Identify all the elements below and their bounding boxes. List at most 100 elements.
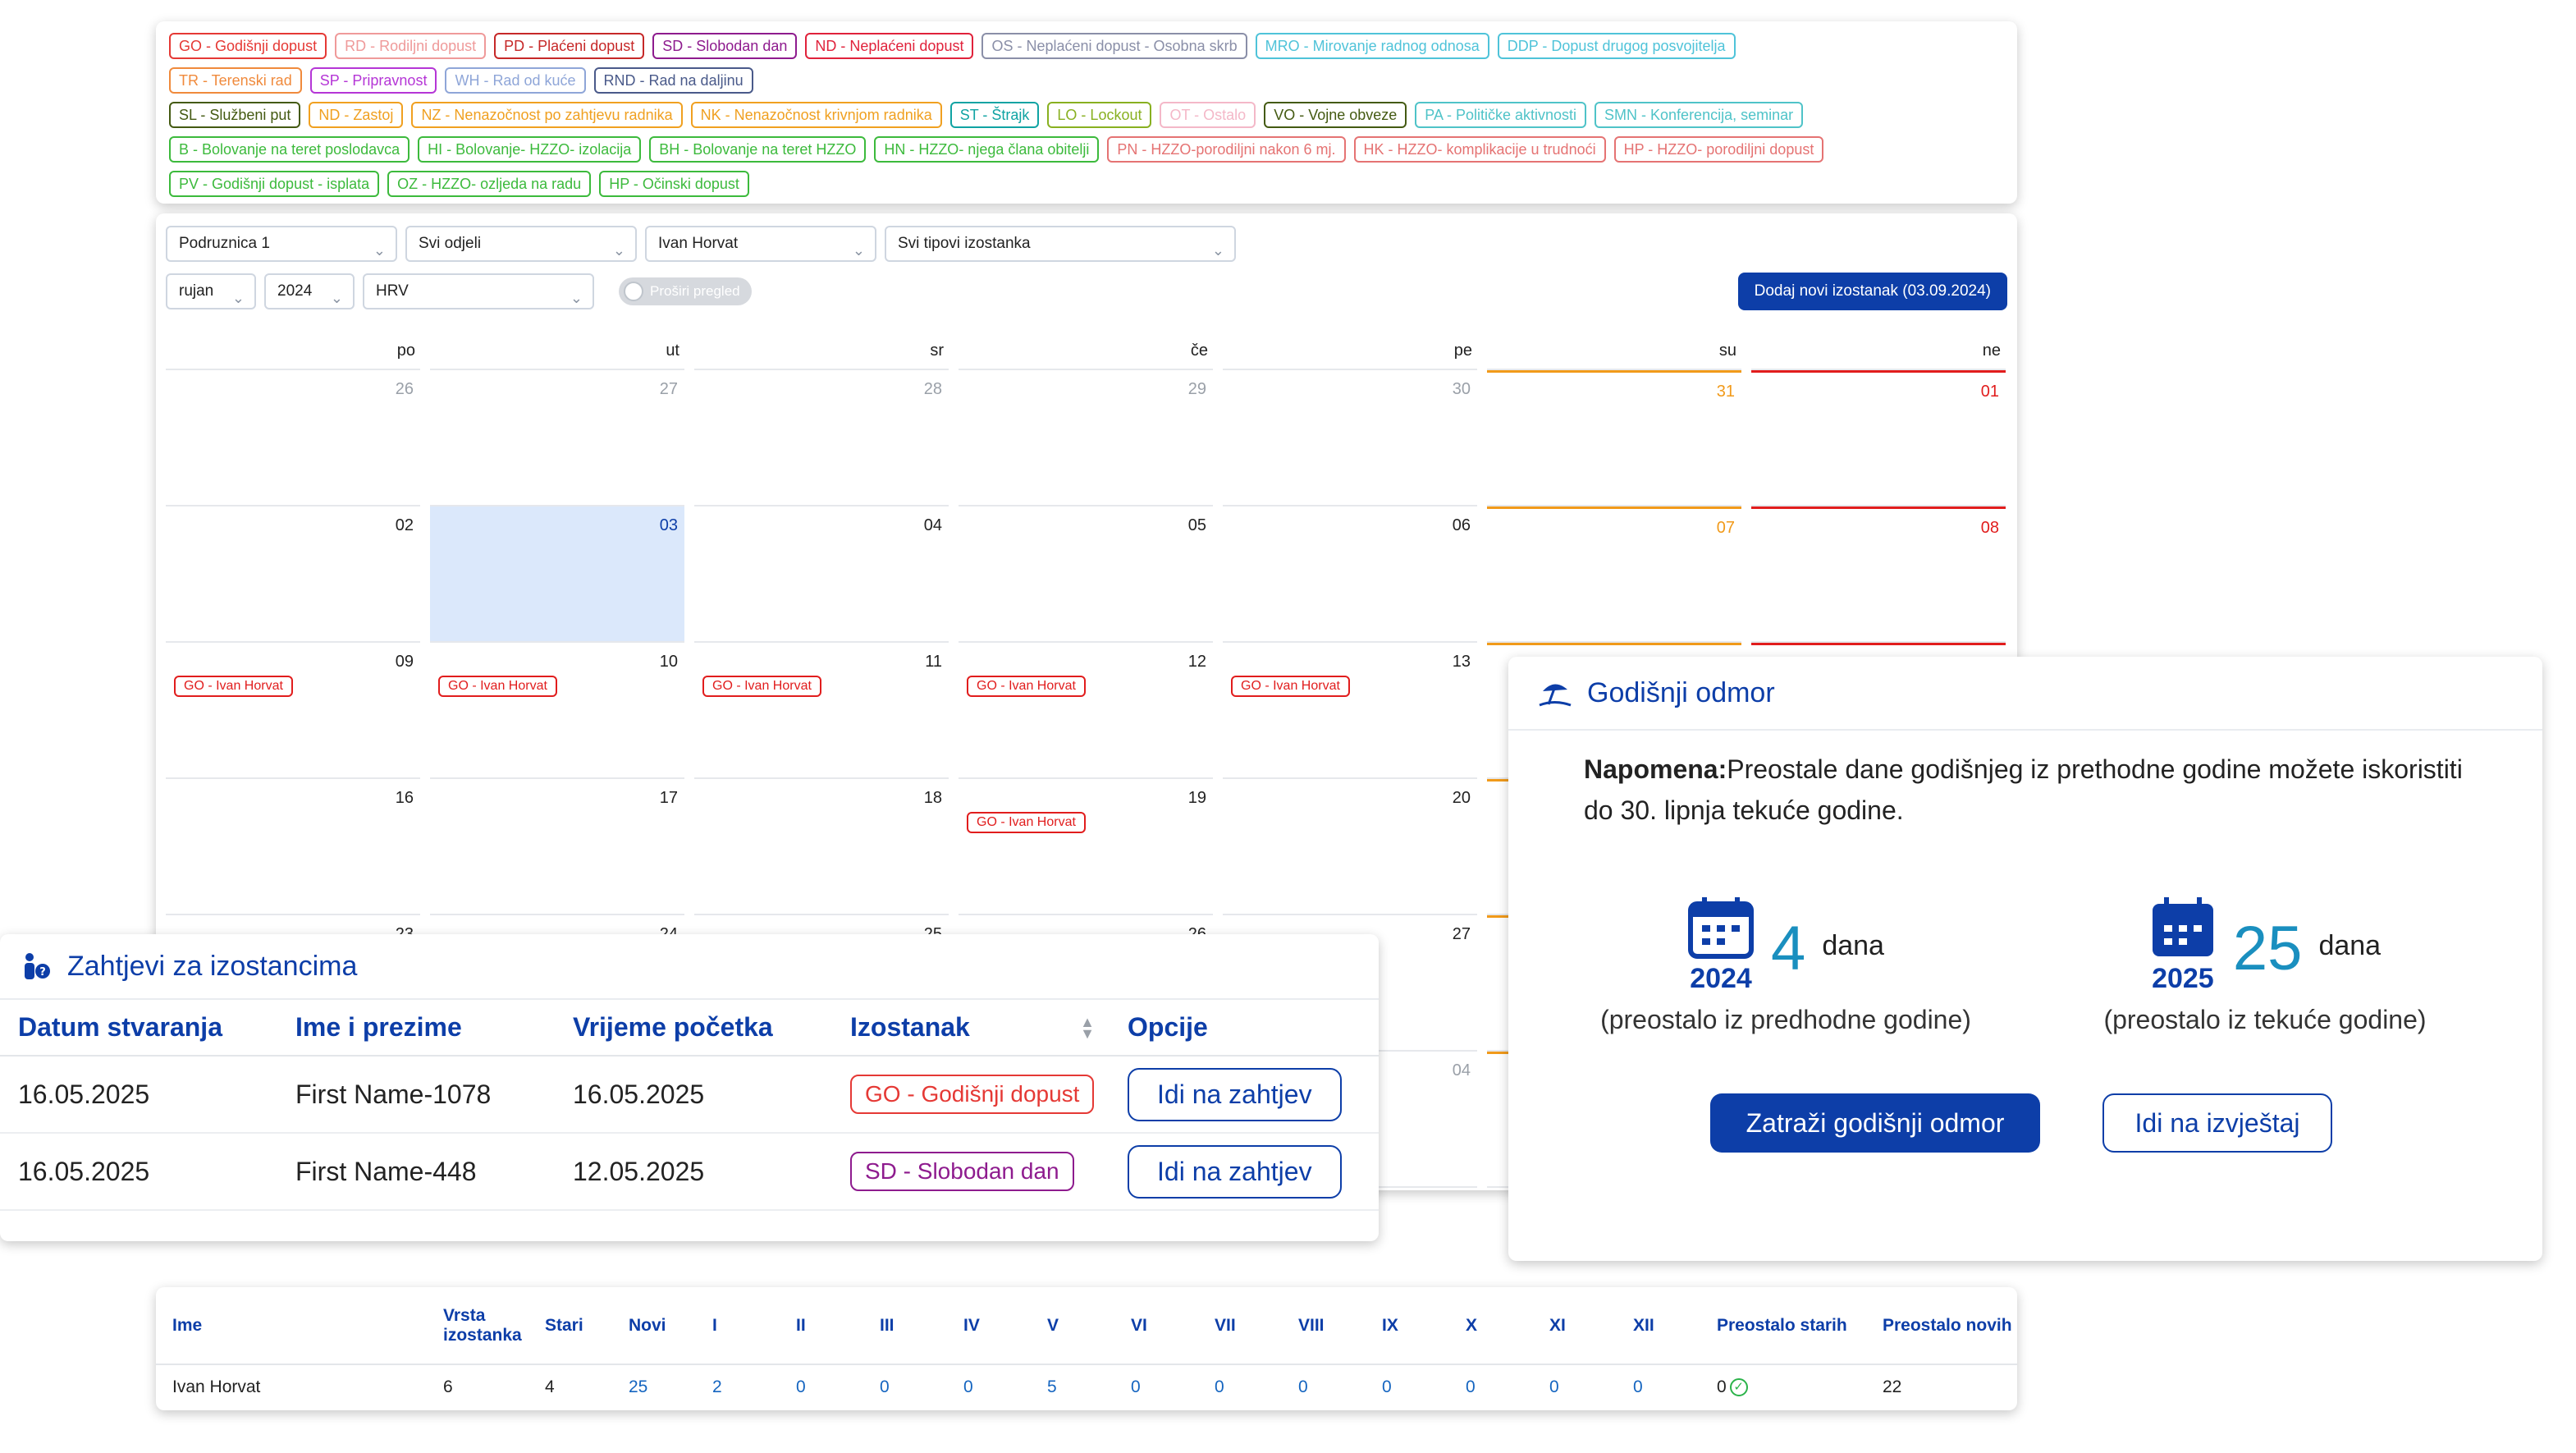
- calendar-day-cell[interactable]: 06: [1223, 506, 1477, 643]
- go-to-report-button[interactable]: Idi na izvještaj: [2102, 1093, 2332, 1153]
- legend-tag[interactable]: OS - Neplaćeni dopust - Osobna skrb: [981, 33, 1247, 59]
- expand-view-toggle[interactable]: Proširi pregled: [619, 277, 752, 305]
- calendar-day-cell[interactable]: 07: [1487, 506, 1741, 643]
- calendar-day-cell[interactable]: 19 GO - Ivan Horvat: [959, 779, 1213, 915]
- add-absence-button[interactable]: Dodaj novi izostanak (03.09.2024): [1737, 273, 2007, 310]
- legend-tag[interactable]: LO - Lockout: [1047, 102, 1152, 128]
- column-header-absence[interactable]: Izostanak ▲ ▼: [832, 1000, 1110, 1057]
- calendar-day-cell[interactable]: 05: [959, 506, 1213, 643]
- summary-column-header: Ime: [156, 1287, 427, 1365]
- calendar-day-cell[interactable]: 10 GO - Ivan Horvat: [430, 643, 684, 779]
- summary-cell[interactable]: 0: [863, 1364, 947, 1409]
- department-select[interactable]: Svi odjeli ⌄: [405, 226, 637, 262]
- calendar-day-cell[interactable]: 26: [166, 370, 420, 506]
- legend-tag[interactable]: RND - Rad na daljinu: [593, 67, 753, 94]
- calendar-day-cell[interactable]: 27: [430, 370, 684, 506]
- summary-cell[interactable]: 0: [1533, 1364, 1617, 1409]
- legend-tag[interactable]: HK - HZZO- komplikacije u trudnoći: [1353, 136, 1606, 163]
- legend-tag[interactable]: RD - Rodiljni dopust: [335, 33, 487, 59]
- day-number: 18: [923, 789, 942, 807]
- legend-tag[interactable]: NK - Nenazočnost krivnjom radnika: [690, 102, 942, 128]
- calendar-day-cell[interactable]: 03: [430, 506, 684, 643]
- current-caption: (preostalo iz tekuće godine): [2103, 1005, 2427, 1034]
- calendar-day-cell[interactable]: 09 GO - Ivan Horvat: [166, 643, 420, 779]
- legend-tag[interactable]: PA - Političke aktivnosti: [1415, 102, 1587, 128]
- legend-tag[interactable]: OT - Ostalo: [1160, 102, 1256, 128]
- legend-tag[interactable]: OZ - HZZO- ozljeda na radu: [387, 171, 592, 197]
- calendar-day-cell[interactable]: 04: [694, 506, 949, 643]
- summary-cell[interactable]: 0: [1198, 1364, 1282, 1409]
- calendar-day-cell[interactable]: 08: [1751, 506, 2006, 643]
- legend-tag[interactable]: GO - Godišnji dopust: [169, 33, 327, 59]
- absence-event[interactable]: GO - Ivan Horvat: [967, 812, 1086, 833]
- legend-tag[interactable]: PD - Plaćeni dopust: [494, 33, 645, 59]
- legend-tag[interactable]: ND - Neplaćeni dopust: [805, 33, 974, 59]
- summary-cell[interactable]: 0: [1114, 1364, 1198, 1409]
- absence-event[interactable]: GO - Ivan Horvat: [702, 676, 821, 697]
- summary-cell[interactable]: 0: [1366, 1364, 1449, 1409]
- country-select[interactable]: HRV ⌄: [363, 273, 594, 309]
- day-number: 28: [923, 380, 942, 398]
- legend-tag[interactable]: PV - Godišnji dopust - isplata: [169, 171, 380, 197]
- branch-select[interactable]: Podruznica 1 ⌄: [166, 226, 397, 262]
- legend-tag[interactable]: MRO - Mirovanje radnog odnosa: [1255, 33, 1489, 59]
- calendar-day-cell[interactable]: 18: [694, 779, 949, 915]
- legend-tag[interactable]: HN - HZZO- njega člana obitelji: [874, 136, 1100, 163]
- summary-cell[interactable]: 5: [1031, 1364, 1114, 1409]
- absence-event[interactable]: GO - Ivan Horvat: [438, 676, 557, 697]
- legend-tag[interactable]: VO - Vojne obveze: [1264, 102, 1407, 128]
- absence-event[interactable]: GO - Ivan Horvat: [174, 676, 293, 697]
- calendar-day-cell[interactable]: 20: [1223, 779, 1477, 915]
- column-header-name[interactable]: Ime i prezime: [277, 1000, 555, 1057]
- calendar-day-cell[interactable]: 13 GO - Ivan Horvat: [1223, 643, 1477, 779]
- legend-tag[interactable]: SMN - Konferencija, seminar: [1595, 102, 1804, 128]
- calendar-day-cell[interactable]: 31: [1487, 370, 1741, 506]
- legend-tag[interactable]: NZ - Nenazočnost po zahtjevu radnika: [411, 102, 683, 128]
- legend-tag[interactable]: ST - Štrajk: [949, 102, 1040, 128]
- absence-event[interactable]: GO - Ivan Horvat: [1231, 676, 1350, 697]
- summary-cell[interactable]: 0: [780, 1364, 863, 1409]
- legend-tag[interactable]: B - Bolovanje na teret poslodavca: [169, 136, 410, 163]
- absence-type-select[interactable]: Svi tipovi izostanka ⌄: [885, 226, 1236, 262]
- legend-tag[interactable]: PN - HZZO-porodiljni nakon 6 mj.: [1107, 136, 1346, 163]
- absence-event[interactable]: GO - Ivan Horvat: [967, 676, 1086, 697]
- calendar-day-cell[interactable]: 12 GO - Ivan Horvat: [959, 643, 1213, 779]
- legend-tag[interactable]: DDP - Dopust drugog posvojitelja: [1497, 33, 1736, 59]
- summary-cell[interactable]: 0: [1617, 1364, 1700, 1409]
- calendar-day-cell[interactable]: 16: [166, 779, 420, 915]
- legend-tag[interactable]: SD - Slobodan dan: [652, 33, 798, 59]
- legend-tag[interactable]: SL - Službeni put: [169, 102, 301, 128]
- legend-tag[interactable]: WH - Rad od kuće: [445, 67, 586, 94]
- summary-cell[interactable]: 0: [1449, 1364, 1533, 1409]
- legend-tag[interactable]: BH - Bolovanje na teret HZZO: [649, 136, 867, 163]
- absence-summary-panel: Ime Vrsta izostanka Stari Novi I II III IV V VI VI…: [156, 1287, 2017, 1410]
- sort-icon[interactable]: ▲ ▼: [1080, 1015, 1095, 1041]
- employee-select[interactable]: Ivan Horvat ⌄: [645, 226, 876, 262]
- summary-cell[interactable]: 0: [1282, 1364, 1366, 1409]
- calendar-day-cell[interactable]: 28: [694, 370, 949, 506]
- go-to-request-button[interactable]: Idi na zahtjev: [1128, 1144, 1342, 1199]
- branch-select-value: Podruznica 1: [179, 235, 270, 252]
- summary-cell[interactable]: 25: [612, 1364, 696, 1409]
- calendar-day-cell[interactable]: 29: [959, 370, 1213, 506]
- legend-tag[interactable]: HP - HZZO- porodiljni dopust: [1613, 136, 1824, 163]
- calendar-day-cell[interactable]: 01: [1751, 370, 2006, 506]
- go-to-request-button[interactable]: Idi na zahtjev: [1128, 1067, 1342, 1121]
- calendar-day-cell[interactable]: 02: [166, 506, 420, 643]
- calendar-day-cell[interactable]: 30: [1223, 370, 1477, 506]
- legend-tag[interactable]: SP - Pripravnost: [309, 67, 437, 94]
- request-annual-leave-button[interactable]: Zatraži godišnji odmor: [1710, 1093, 2040, 1153]
- current-days: 25: [2232, 914, 2303, 983]
- summary-cell[interactable]: 2: [696, 1364, 780, 1409]
- month-select[interactable]: rujan ⌄: [166, 273, 256, 309]
- calendar-day-cell[interactable]: 11 GO - Ivan Horvat: [694, 643, 949, 779]
- legend-tag[interactable]: TR - Terenski rad: [169, 67, 302, 94]
- column-header-start[interactable]: Vrijeme početka: [555, 1000, 832, 1057]
- summary-cell[interactable]: 0: [947, 1364, 1031, 1409]
- legend-tag[interactable]: HI - Bolovanje- HZZO- izolacija: [418, 136, 642, 163]
- year-select[interactable]: 2024 ⌄: [264, 273, 355, 309]
- column-header-created[interactable]: Datum stvaranja: [0, 1000, 277, 1057]
- legend-tag[interactable]: HP - Očinski dopust: [599, 171, 749, 197]
- calendar-day-cell[interactable]: 17: [430, 779, 684, 915]
- legend-tag[interactable]: ND - Zastoj: [309, 102, 404, 128]
